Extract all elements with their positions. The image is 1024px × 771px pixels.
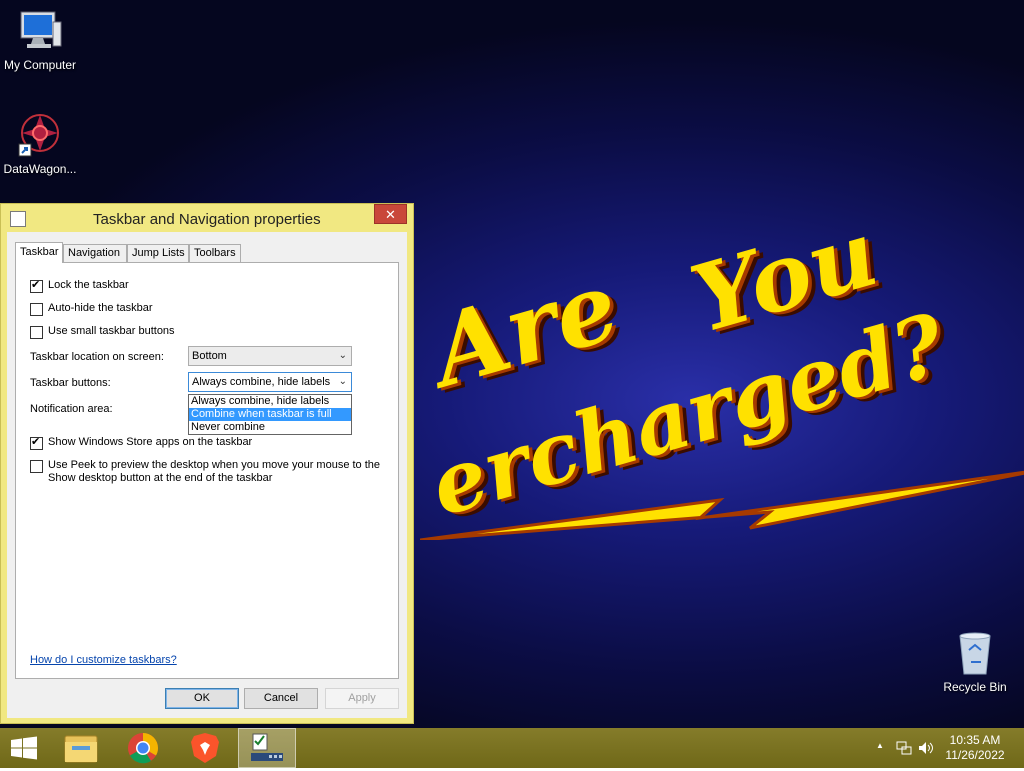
taskbar: ▲ 10:35 AM 11/26/2022 (0, 728, 1024, 768)
taskbar-brave[interactable] (176, 728, 234, 768)
system-tray: ▲ 10:35 AM 11/26/2022 (874, 728, 1024, 768)
desktop-icon-my-computer[interactable]: My Computer (0, 8, 80, 72)
taskbar-properties-window[interactable] (238, 728, 296, 768)
desktop-icon-recycle-bin[interactable]: Recycle Bin (935, 630, 1015, 694)
dropdown-option-always-combine[interactable]: Always combine, hide labels (189, 395, 351, 408)
dialog-client: Taskbar Navigation Jump Lists Toolbars L… (7, 232, 407, 718)
start-button[interactable] (0, 728, 48, 768)
taskbar-buttons-label: Taskbar buttons: (30, 377, 111, 389)
desktop-icon-label: Recycle Bin (943, 680, 1007, 694)
lock-taskbar-checkbox[interactable] (30, 278, 43, 293)
auto-hide-option[interactable]: Auto-hide the taskbar (30, 302, 153, 316)
dropdown-option-combine-when-full[interactable]: Combine when taskbar is full (189, 408, 351, 421)
wallpaper-text-are: Are (420, 248, 631, 409)
apply-button[interactable]: Apply (325, 688, 399, 709)
taskbar-location-value: Bottom (192, 350, 227, 362)
taskbar-properties-icon (251, 733, 283, 761)
taskbar-chrome[interactable] (114, 728, 172, 768)
chevron-down-icon: ⌄ (338, 376, 347, 387)
taskbar-buttons-value: Always combine, hide labels (192, 376, 331, 388)
tab-taskbar[interactable]: Taskbar (15, 242, 63, 263)
peek-option[interactable]: Use Peek to preview the desktop when you… (30, 459, 380, 485)
taskbar-file-explorer[interactable] (52, 728, 110, 768)
dialog-titlebar[interactable]: Taskbar and Navigation properties ✕ (1, 204, 413, 232)
taskbar-tab-panel: Lock the taskbar Auto-hide the taskbar U… (15, 262, 399, 679)
tab-jump-lists[interactable]: Jump Lists (127, 244, 189, 262)
cancel-button[interactable]: Cancel (244, 688, 318, 709)
volume-icon[interactable] (918, 740, 934, 756)
taskbar-location-select[interactable]: Bottom ⌄ (188, 346, 352, 366)
chevron-down-icon: ⌄ (338, 350, 347, 361)
help-link[interactable]: How do I customize taskbars? (30, 654, 177, 666)
dialog-title: Taskbar and Navigation properties (93, 211, 321, 228)
taskbar-buttons-select[interactable]: Always combine, hide labels ⌄ (188, 372, 352, 392)
store-apps-label: Show Windows Store apps on the taskbar (48, 436, 253, 448)
clock-time: 10:35 AM (949, 733, 1001, 747)
tab-toolbars[interactable]: Toolbars (189, 244, 241, 262)
store-apps-checkbox[interactable] (30, 435, 43, 450)
wallpaper-lightning-bolt (420, 470, 1024, 540)
network-icon[interactable] (896, 740, 912, 756)
tab-navigation[interactable]: Navigation (63, 244, 127, 262)
peek-checkbox[interactable] (30, 460, 43, 473)
close-button[interactable]: ✕ (374, 204, 407, 224)
small-buttons-checkbox[interactable] (30, 326, 43, 339)
auto-hide-checkbox[interactable] (30, 303, 43, 316)
desktop-icon-datawagon[interactable]: DataWagon... (0, 112, 80, 176)
ok-button[interactable]: OK (165, 688, 239, 709)
recycle-bin-icon (952, 630, 998, 676)
folder-icon (64, 735, 98, 763)
notification-area-label: Notification area: (30, 403, 113, 415)
small-buttons-option[interactable]: Use small taskbar buttons (30, 325, 175, 339)
taskbar-properties-dialog: Taskbar and Navigation properties ✕ Task… (0, 203, 414, 724)
clock-date: 11/26/2022 (945, 748, 1005, 762)
clock[interactable]: 10:35 AM 11/26/2022 (940, 733, 1010, 763)
taskbar-location-label: Taskbar location on screen: (30, 351, 164, 363)
small-buttons-label: Use small taskbar buttons (48, 325, 175, 337)
peek-label-line2: Show desktop button at the end of the ta… (48, 472, 273, 484)
lock-taskbar-label: Lock the taskbar (48, 279, 129, 291)
auto-hide-label: Auto-hide the taskbar (48, 302, 153, 314)
taskbar-properties-icon (10, 211, 26, 227)
desktop-icon-label: DataWagon... (3, 162, 77, 176)
peek-label-line1: Use Peek to preview the desktop when you… (48, 459, 381, 471)
dropdown-option-never-combine[interactable]: Never combine (189, 421, 351, 434)
brave-icon (191, 733, 219, 763)
windows-logo-icon (11, 736, 37, 760)
chrome-icon (128, 733, 158, 764)
store-apps-option[interactable]: Show Windows Store apps on the taskbar (30, 435, 253, 450)
desktop-icon-label: My Computer (3, 58, 77, 72)
taskbar-buttons-dropdown: Always combine, hide labels Combine when… (188, 394, 352, 435)
datawagon-shortcut-icon (17, 112, 63, 158)
lock-taskbar-option[interactable]: Lock the taskbar (30, 278, 129, 293)
computer-icon (17, 8, 63, 54)
show-hidden-icons-chevron-icon[interactable]: ▲ (876, 741, 884, 750)
